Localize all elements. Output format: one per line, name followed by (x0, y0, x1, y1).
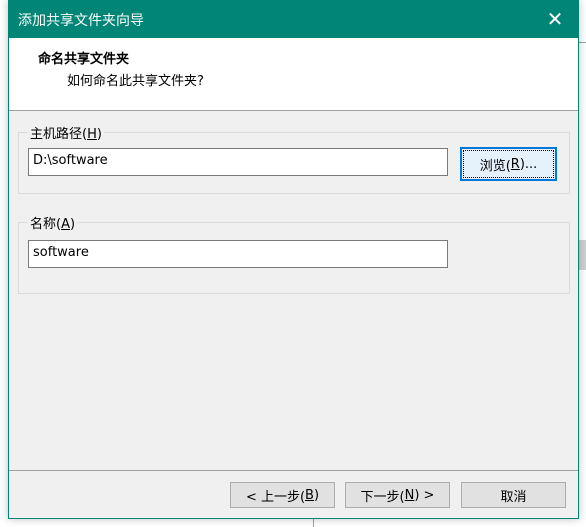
background-line (313, 518, 314, 527)
close-button[interactable]: ✕ (532, 0, 578, 38)
name-label: 名称(A) (28, 213, 78, 232)
host-path-input[interactable]: D:\software (28, 148, 448, 176)
page-title: 命名共享文件夹 (38, 52, 130, 67)
next-button[interactable]: 下一步(N) > (345, 482, 450, 508)
back-button[interactable]: < 上一步(B) (230, 482, 335, 508)
host-path-label: 主机路径(H) (28, 123, 104, 142)
dialog-title: 添加共享文件夹向导 (18, 13, 144, 29)
name-group: 名称(A) software (18, 213, 570, 294)
close-icon: ✕ (546, 7, 564, 31)
name-input[interactable]: software (28, 240, 448, 268)
page-subtitle: 如何命名此共享文件夹? (67, 74, 204, 89)
browse-button[interactable]: 浏览(R)... (460, 147, 557, 181)
cancel-button[interactable]: 取消 (461, 482, 566, 508)
footer-divider (9, 470, 578, 471)
add-shared-folder-wizard-dialog: 添加共享文件夹向导 ✕ 命名共享文件夹 如何命名此共享文件夹? 主机路径(H) … (8, 0, 579, 519)
host-path-group: 主机路径(H) D:\software 浏览(R)... (18, 123, 570, 194)
wizard-header: 命名共享文件夹 如何命名此共享文件夹? (9, 38, 578, 111)
title-bar: 添加共享文件夹向导 ✕ (9, 0, 578, 38)
